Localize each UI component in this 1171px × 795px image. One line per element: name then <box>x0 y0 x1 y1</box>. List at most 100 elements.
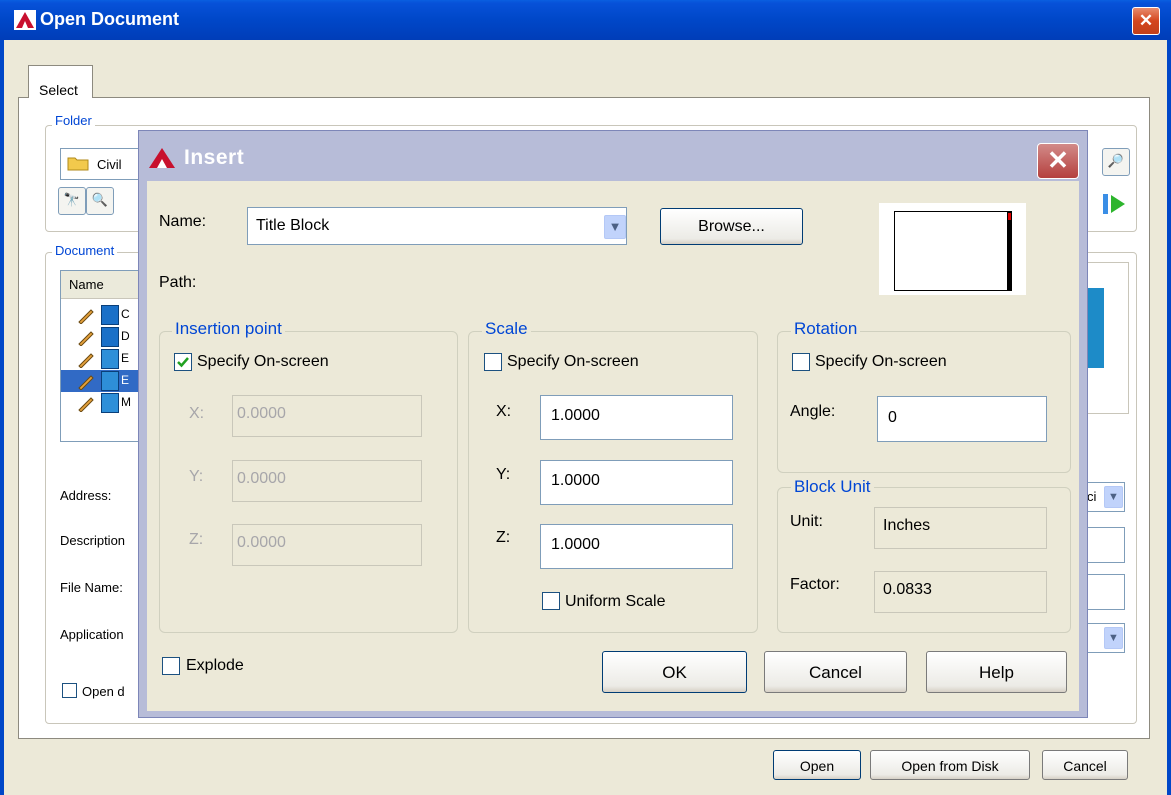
filename-label: File Name: <box>60 580 123 595</box>
autocad-app-icon <box>14 10 36 35</box>
chevron-down-icon[interactable]: ▼ <box>1104 627 1123 649</box>
scale-x-label: X: <box>496 403 512 420</box>
insert-titlebar[interactable]: Insert ✕ <box>139 131 1087 181</box>
scale-y-label: Y: <box>496 466 511 483</box>
window-border-left <box>0 40 4 795</box>
rotation-specify-checkbox[interactable] <box>792 353 810 371</box>
preview-pane <box>1085 262 1129 414</box>
scale-specify-checkbox[interactable] <box>484 353 502 371</box>
scale-x-field[interactable]: 1.0000 <box>540 395 733 440</box>
list-item-label: E <box>121 373 130 387</box>
filename-field[interactable] <box>1085 574 1125 610</box>
close-icon[interactable]: ✕ <box>1132 7 1160 35</box>
file-icon <box>101 349 119 369</box>
pencil-icon <box>77 306 95 327</box>
pencil-icon <box>77 328 95 349</box>
open-from-disk-button[interactable]: Open from Disk <box>870 750 1030 780</box>
insertion-y-label: Y: <box>189 468 204 485</box>
insert-cancel-button[interactable]: Cancel <box>764 651 907 693</box>
name-combobox[interactable]: Title Block ▼ <box>247 207 627 245</box>
list-item[interactable]: M <box>61 392 141 414</box>
list-item-selected[interactable]: E <box>61 370 141 392</box>
insertion-specify-checkbox[interactable] <box>174 353 192 371</box>
preview-icon[interactable]: 🔎 <box>1102 148 1130 176</box>
name-label: Name: <box>159 213 207 230</box>
uniform-scale-label: Uniform Scale <box>565 593 666 610</box>
go-arrow-icon[interactable] <box>1103 193 1127 220</box>
list-item[interactable]: D <box>61 326 141 348</box>
search-icon[interactable]: 🔍 <box>86 187 114 215</box>
address-value: ci <box>1087 489 1097 504</box>
file-icon <box>101 371 119 391</box>
list-item-label: D <box>121 329 130 343</box>
file-icon <box>101 327 119 347</box>
address-combobox[interactable]: ci ▼ <box>1085 482 1125 512</box>
outer-cancel-button[interactable]: Cancel <box>1042 750 1128 780</box>
open-button[interactable]: Open <box>773 750 861 780</box>
list-item[interactable]: C <box>61 304 141 326</box>
name-value: Title Block <box>256 217 330 234</box>
application-label: Application <box>60 627 124 642</box>
description-field[interactable] <box>1085 527 1125 563</box>
chevron-down-icon[interactable]: ▼ <box>1104 486 1123 508</box>
unit-field: Inches <box>874 507 1047 549</box>
list-item-label: C <box>121 307 130 321</box>
scale-z-label: Z: <box>496 529 511 546</box>
application-combobox[interactable]: ▼ <box>1085 623 1125 653</box>
tab-select[interactable]: Select <box>28 65 93 98</box>
factor-label: Factor: <box>790 576 840 593</box>
folder-legend: Folder <box>52 113 95 128</box>
find-icon[interactable]: 🔭 <box>58 187 86 215</box>
file-icon <box>101 305 119 325</box>
insert-body: Name: Title Block ▼ Browse... Path: Inse… <box>147 181 1079 711</box>
file-icon <box>101 393 119 413</box>
insert-dialog: Insert ✕ Name: Title Block ▼ Browse... P… <box>138 130 1088 718</box>
document-legend: Document <box>52 243 118 258</box>
pencil-icon <box>77 394 95 415</box>
insertion-x-field[interactable]: 0.0000 <box>232 395 422 437</box>
rotation-specify-label: Specify On-screen <box>815 353 947 370</box>
description-label: Description <box>60 533 126 548</box>
list-item[interactable]: E <box>61 348 141 370</box>
preview-title-strip <box>1007 211 1012 291</box>
folder-combobox[interactable]: Civil <box>60 148 142 180</box>
insertion-z-field[interactable]: 0.0000 <box>232 524 422 566</box>
path-label: Path: <box>159 274 197 291</box>
address-label: Address: <box>60 488 112 503</box>
open-document-titlebar[interactable]: Open Document ✕ <box>0 0 1171 40</box>
scale-y-field[interactable]: 1.0000 <box>540 460 733 505</box>
list-item-label: M <box>121 395 131 409</box>
document-list[interactable]: Name C D E E M <box>60 270 142 442</box>
unit-label: Unit: <box>790 513 823 530</box>
scale-z-field[interactable]: 1.0000 <box>540 524 733 569</box>
autocad-app-icon <box>147 146 177 175</box>
angle-field[interactable]: 0 <box>877 396 1047 442</box>
pencil-icon <box>77 372 95 393</box>
block-preview <box>879 203 1026 295</box>
list-header-name[interactable]: Name <box>61 271 141 299</box>
browse-button[interactable]: Browse... <box>660 208 803 245</box>
help-button[interactable]: Help <box>926 651 1067 693</box>
insertion-specify-label: Specify On-screen <box>197 353 329 370</box>
insertion-z-label: Z: <box>189 531 204 548</box>
folder-icon <box>67 155 89 174</box>
scale-legend: Scale <box>482 319 531 339</box>
block-unit-legend: Block Unit <box>791 477 874 497</box>
ok-button[interactable]: OK <box>602 651 747 693</box>
open-checkbox-label: Open d <box>82 684 125 699</box>
close-icon[interactable]: ✕ <box>1037 143 1079 179</box>
open-checkbox[interactable] <box>62 683 77 698</box>
pencil-icon <box>77 350 95 371</box>
preview-border <box>894 211 1012 291</box>
chevron-down-icon[interactable]: ▼ <box>604 215 626 239</box>
uniform-scale-checkbox[interactable] <box>542 592 560 610</box>
explode-checkbox[interactable] <box>162 657 180 675</box>
open-document-title: Open Document <box>40 9 180 29</box>
scale-specify-label: Specify On-screen <box>507 353 639 370</box>
rotation-legend: Rotation <box>791 319 861 339</box>
folder-value: Civil <box>97 157 122 172</box>
factor-field: 0.0833 <box>874 571 1047 613</box>
insertion-point-legend: Insertion point <box>172 319 285 339</box>
insertion-x-label: X: <box>189 405 205 422</box>
insertion-y-field[interactable]: 0.0000 <box>232 460 422 502</box>
